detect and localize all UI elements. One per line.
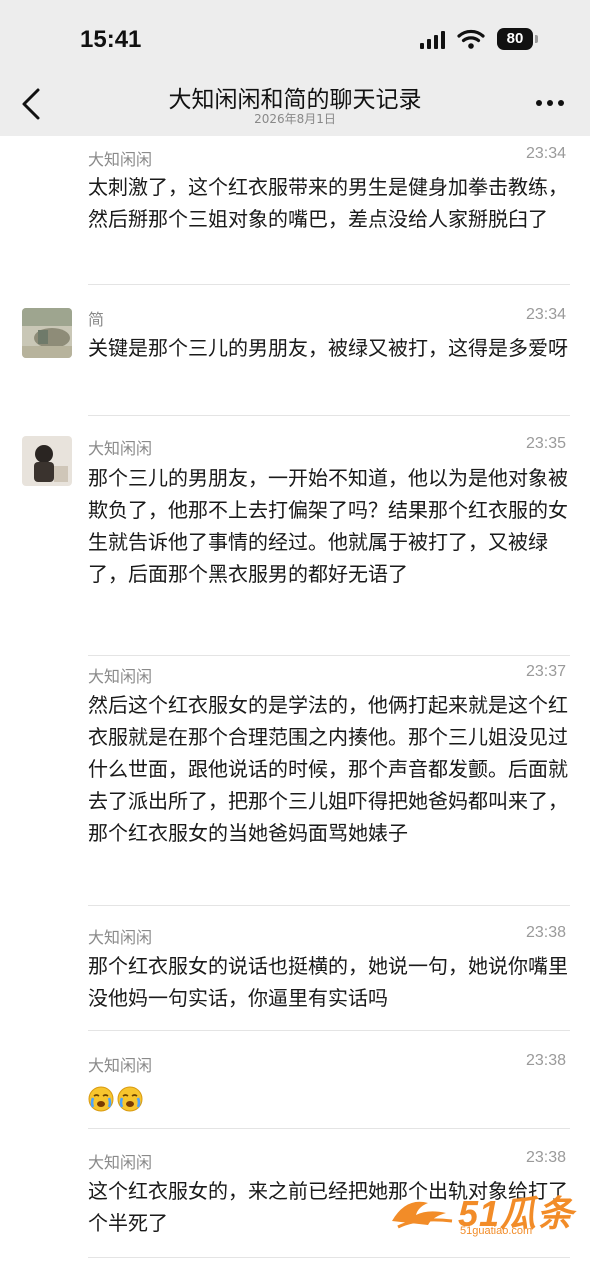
avatar[interactable] [22,308,72,358]
status-bar: 15:41 80 [0,0,590,68]
message-sender: 大知闲闲 [88,928,153,947]
page-title: 大知闲闲和简的聊天记录 [168,87,422,113]
battery-level: 80 [497,28,533,50]
wave-logo-icon [392,1201,453,1229]
message-item: 大知闲闲 23:38 那个红衣服女的说话也挺横的，她说一句，她说你嘴里没他妈一句… [0,906,590,1031]
message-item: 简 23:34 关键是那个三儿的男朋友，被绿又被打，这得是多爱呀 [0,286,590,416]
avatar-image [22,308,72,358]
message-text[interactable]: 那个三儿的男朋友，一开始不知道，他以为是他对象被欺负了，他那不上去打偏架了吗？结… [88,462,570,590]
message-sender: 大知闲闲 [88,1153,153,1172]
message-time: 23:34 [525,306,566,323]
message-text[interactable]: 那个红衣服女的说话也挺横的，她说一句，她说你嘴里没他妈一句实话，你逼里有实话吗 [88,950,570,1014]
message-time: 23:38 [525,1052,566,1069]
message-time: 23:34 [525,145,566,162]
message-text[interactable]: 关键是那个三儿的男朋友，被绿又被打，这得是多爱呀 [88,332,570,364]
divider [88,1257,570,1258]
avatar[interactable] [22,436,72,486]
message-sender: 大知闲闲 [88,1056,153,1075]
message-sender: 简 [88,310,105,329]
watermark-url: 51guatiao.com [460,1225,533,1237]
watermark-logo: 51瓜条 51guatiao.com [388,1183,578,1241]
status-time: 15:41 [80,26,142,53]
message-item: 大知闲闲 23:38 [0,1031,590,1129]
message-sender: 大知闲闲 [88,150,153,169]
avatar-image [22,436,72,486]
message-text[interactable]: 然后这个红衣服女的是学法的，他俩打起来就是这个红衣服就是在那个合理范围之内揍他。… [88,689,570,849]
cellular-signal-icon [420,31,445,49]
message-time: 23:35 [525,435,566,452]
message-emojis[interactable] [88,1081,570,1113]
page-subtitle: 2026年8月1日 [254,112,336,126]
message-item: 大知闲闲 23:35 那个三儿的男朋友，一开始不知道，他以为是他对象被欺负了，他… [0,416,590,656]
more-options-button[interactable] [530,94,570,110]
battery-icon: 80 [497,28,539,50]
message-text[interactable]: 太刺激了，这个红衣服带来的男生是健身加拳击教练，然后掰那个三姐对象的嘴巴，差点没… [88,171,570,235]
message-item: 大知闲闲 23:37 然后这个红衣服女的是学法的，他俩打起来就是这个红衣服就是在… [0,656,590,906]
message-time: 23:37 [525,663,566,680]
message-sender: 大知闲闲 [88,667,153,686]
message-time: 23:38 [525,1149,566,1166]
nav-bar: 大知闲闲和简的聊天记录 2026年8月1日 [0,68,590,136]
message-sender: 大知闲闲 [88,439,153,458]
message-item: 大知闲闲 23:34 太刺激了，这个红衣服带来的男生是健身加拳击教练，然后掰那个… [0,136,590,286]
crying-face-icon [117,1086,143,1111]
crying-face-icon [88,1086,114,1111]
message-time: 23:38 [525,924,566,941]
wifi-icon [457,29,485,49]
divider [88,284,570,285]
